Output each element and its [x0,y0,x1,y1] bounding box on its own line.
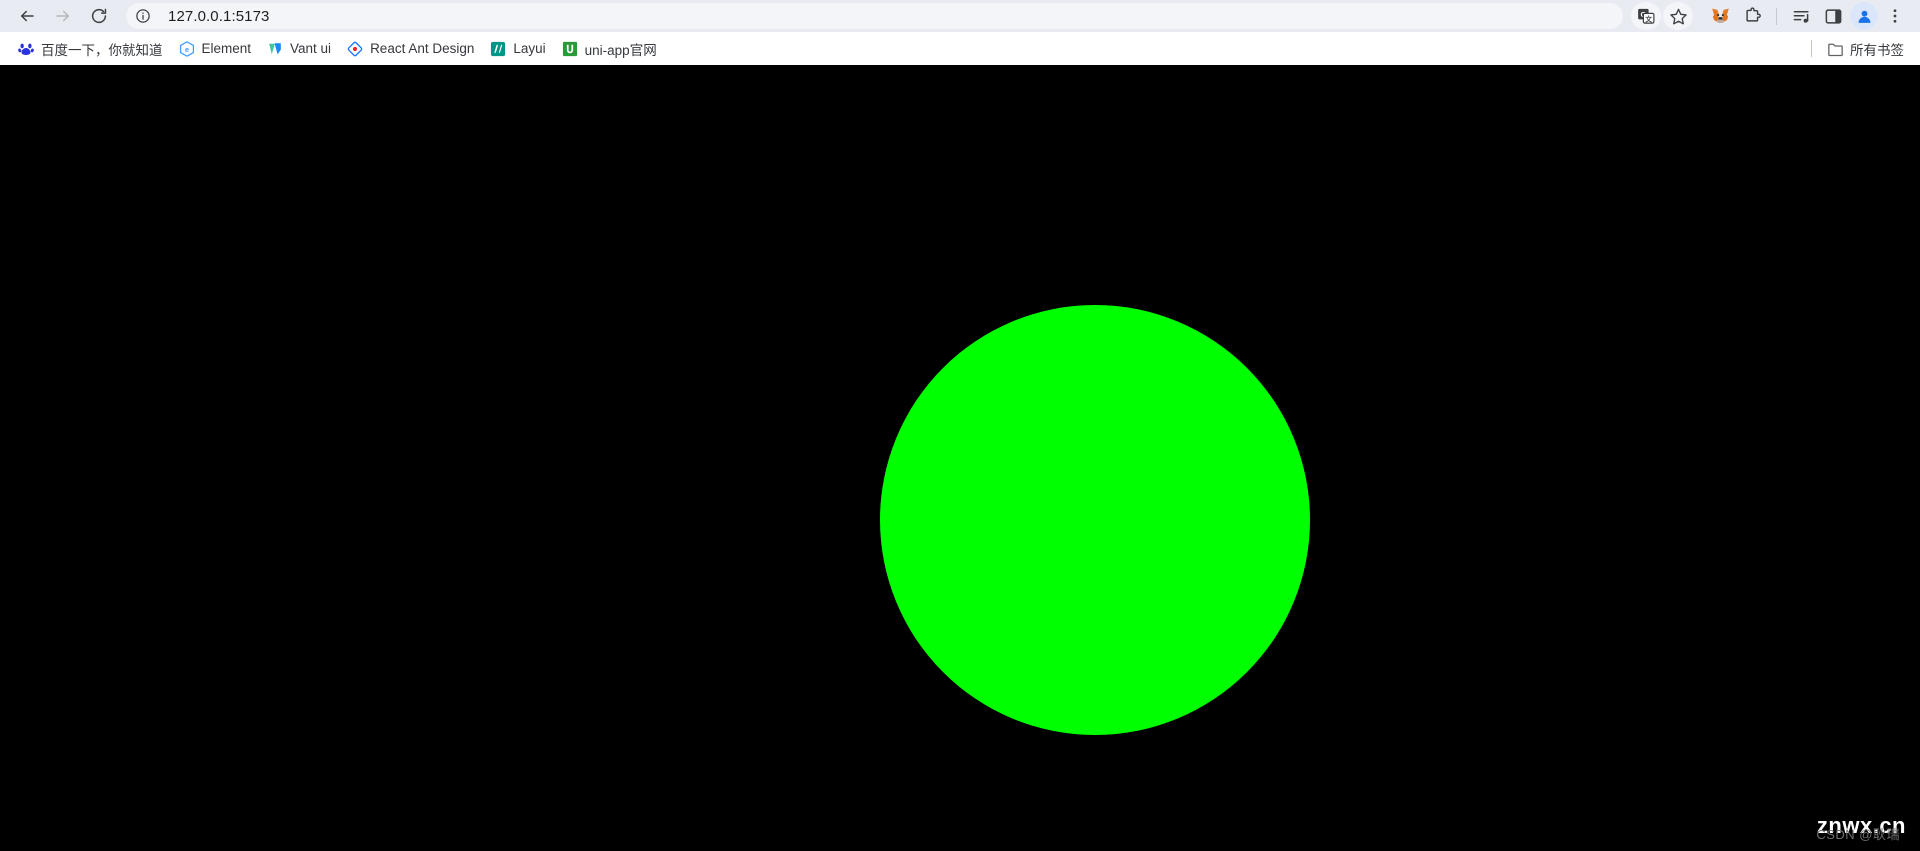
folder-icon [1827,41,1843,57]
bookmark-react-ant-design[interactable]: React Ant Design [339,37,482,61]
bookmark-vant-ui[interactable]: Vant ui [259,37,339,61]
watermark-main-text: znwx.cn [1816,813,1906,838]
google-translate-icon[interactable]: G 文 [1631,2,1661,30]
all-bookmarks-label: 所有书签 [1850,42,1904,58]
media-control-icon[interactable] [1786,2,1816,30]
bookmark-element[interactable]: e Element [171,37,260,61]
watermark-sub-text: CSDN @耿瑞 [1816,827,1900,842]
profile-avatar-icon[interactable] [1850,2,1878,30]
bookmark-label: Element [201,41,252,56]
page-viewport: znwx.cn CSDN @耿瑞 [0,65,1920,851]
bookmark-layui[interactable]: Layui [482,37,553,61]
element-ui-icon: e [179,40,195,57]
bookmark-label: Layui [513,41,546,56]
bookmark-label: Vant ui [290,41,332,56]
bookmarks-divider [1811,40,1812,57]
svg-text:文: 文 [1644,14,1652,23]
bookmark-label: uni-app官网 [584,42,657,58]
vant-ui-icon [267,41,283,57]
reload-button[interactable] [82,2,116,30]
bookmark-label: 百度一下，你就知道 [41,42,163,58]
browser-chrome: 127.0.0.1:5173 G 文 [0,0,1920,65]
reload-icon [90,7,108,25]
more-options-icon[interactable] [1880,2,1910,30]
address-bar-url[interactable]: 127.0.0.1:5173 [168,8,270,25]
bookmark-baidu[interactable]: 百度一下，你就知道 [10,35,171,63]
all-bookmarks-button[interactable]: 所有书签 [1819,35,1912,63]
ant-design-icon [347,41,363,57]
forward-button[interactable] [46,2,80,30]
bookmark-uni-app[interactable]: uni-app官网 [554,35,665,63]
back-arrow-icon [18,7,36,25]
bookmark-label: React Ant Design [370,41,475,56]
forward-arrow-icon [54,7,72,25]
address-bar[interactable]: 127.0.0.1:5173 [126,3,1623,29]
layui-icon [490,41,506,57]
bookmarks-bar: 百度一下，你就知道 e Element Vant ui React Ant De… [0,32,1920,65]
info-circle-icon[interactable] [130,3,156,29]
green-circle [880,305,1310,735]
baidu-paw-icon [18,41,34,57]
metamask-fox-icon[interactable] [1705,2,1735,30]
svg-text:e: e [184,45,188,54]
toolbar-divider [1776,7,1777,25]
uniapp-icon [562,41,578,57]
star-icon[interactable] [1663,2,1693,30]
extensions-puzzle-icon[interactable] [1737,2,1767,30]
back-button[interactable] [10,2,44,30]
browser-toolbar: 127.0.0.1:5173 G 文 [0,0,1920,32]
watermark: znwx.cn CSDN @耿瑞 [1816,813,1906,842]
side-panel-icon[interactable] [1818,2,1848,30]
